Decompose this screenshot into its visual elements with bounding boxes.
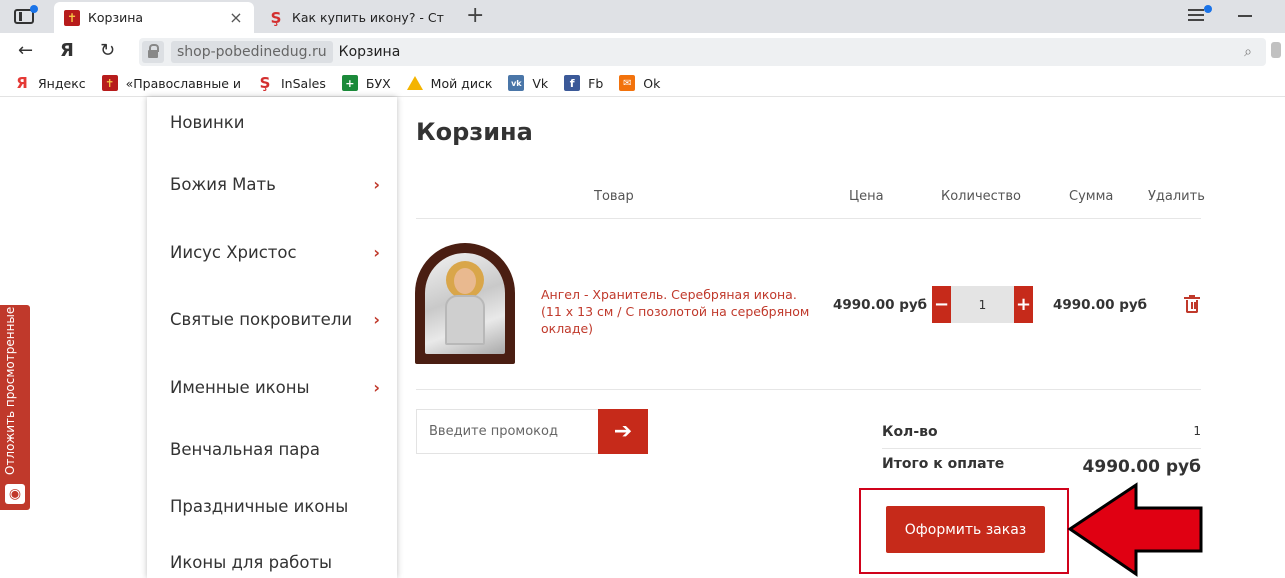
summary-total-value: 4990.00 руб (1082, 457, 1201, 477)
quantity-input[interactable] (951, 286, 1014, 323)
facebook-icon: f (564, 75, 581, 91)
bookmark-fb[interactable]: f Fb (564, 75, 603, 91)
sidebar-item-label: Праздничные иконы (170, 497, 349, 516)
catalog-menu: Новинки Божия Мать › Иисус Христос › Святы… (147, 97, 397, 578)
sidebar-item-label: Венчальная пара (170, 440, 320, 459)
bookmark-label: БУХ (365, 75, 391, 91)
column-header-sum: Сумма (1069, 189, 1114, 204)
yandex-icon: Я (16, 74, 28, 92)
checkout-button[interactable]: Оформить заказ (886, 506, 1045, 553)
recently-viewed-tab[interactable]: Отложить просмотренные ◉ (0, 305, 30, 510)
sidebar-item-label: Именные иконы (170, 378, 310, 397)
chevron-right-icon: › (373, 175, 380, 194)
sidebar-item-imennye[interactable]: Именные иконы › (170, 378, 380, 397)
sidebar-item-label: Божия Мать (170, 175, 276, 194)
trash-icon[interactable] (1184, 295, 1200, 313)
divider (416, 218, 1201, 219)
sidebar-toggle-icon[interactable] (14, 5, 38, 24)
summary-count-label: Кол-во (882, 424, 938, 440)
reload-button[interactable]: ↻ (100, 39, 115, 63)
sidebar-item-dlya-raboty[interactable]: Иконы для работы (170, 553, 380, 572)
insales-icon: Ş (270, 8, 282, 27)
divider (416, 389, 1201, 390)
column-header-price: Цена (849, 189, 884, 204)
url-field[interactable]: shop-pobedinedug.ru Корзина ⌕ (139, 38, 1266, 66)
summary-total-label: Итого к оплате (882, 456, 1005, 472)
sidebar-item-prazdnichnye[interactable]: Праздничные иконы (170, 497, 380, 516)
ok-icon: ✉ (619, 75, 636, 91)
sidebar-item-novinki[interactable]: Новинки (170, 113, 380, 132)
chevron-right-icon: › (373, 310, 380, 329)
back-button[interactable]: ← (18, 39, 33, 63)
orthodox-cross-icon: ✝ (64, 9, 80, 26)
promo-code-input[interactable] (416, 409, 598, 454)
page-title: Корзина (416, 118, 533, 146)
minimize-button[interactable] (1238, 15, 1252, 17)
arrow-right-icon: ➔ (613, 419, 633, 444)
product-sum: 4990.00 руб (1053, 297, 1148, 313)
bookmark-label: Яндекс (38, 75, 86, 91)
chevron-right-icon: › (373, 378, 380, 397)
bookmark-label: InSales (281, 75, 326, 91)
url-page-title: Корзина (338, 44, 401, 60)
buh-icon: + (341, 75, 358, 91)
tab-label: Корзина (88, 10, 144, 25)
bookmark-my-drive[interactable]: Мой диск (406, 75, 493, 91)
bookmark-label: «Православные и (125, 75, 241, 91)
tab-how-to-buy[interactable]: Ş Как купить икону? - Стран (258, 2, 454, 33)
address-bar: ← Я ↻ shop-pobedinedug.ru Корзина ⌕ (0, 33, 1285, 70)
quantity-decrease-button[interactable]: − (932, 286, 951, 323)
quantity-increase-button[interactable]: + (1014, 286, 1033, 323)
column-header-delete: Удалить (1148, 189, 1205, 204)
divider (882, 448, 1201, 449)
url-domain: shop-pobedinedug.ru (171, 41, 333, 63)
browser-tab-bar: ✝ Корзина × Ş Как купить икону? - Стран … (0, 0, 1285, 33)
icon-face (454, 268, 476, 294)
yandex-button[interactable]: Я (60, 39, 74, 63)
lock-icon[interactable] (142, 41, 164, 63)
bookmark-vk[interactable]: vk Vk (508, 75, 548, 91)
bookmark-insales[interactable]: Ş InSales (257, 74, 326, 92)
google-drive-icon (406, 76, 423, 90)
bookmark-yandex[interactable]: Я Яндекс (14, 74, 86, 92)
sidebar-item-label: Иконы для работы (170, 553, 333, 572)
eye-icon: ◉ (5, 484, 25, 504)
column-header-quantity: Количество (941, 189, 1021, 204)
chevron-right-icon: › (373, 243, 380, 262)
tab-label: Как купить икону? - Стран (292, 10, 444, 25)
promo-apply-button[interactable]: ➔ (598, 409, 648, 454)
sidebar-item-svyatye[interactable]: Святые покровители › (170, 310, 380, 329)
summary-count-value: 1 (1193, 424, 1201, 438)
orthodox-cross-icon: ✝ (101, 75, 118, 91)
bookmarks-bar: Я Яндекс ✝ «Православные и Ş InSales + БУХ М… (0, 70, 1285, 97)
sidebar-item-label: Новинки (170, 113, 245, 132)
bookmark-label: Vk (532, 75, 549, 91)
scrollbar-thumb[interactable] (1271, 42, 1281, 58)
sidebar-item-iisus-hristos[interactable]: Иисус Христос › (170, 243, 380, 262)
bookmark-label: Ok (643, 75, 661, 91)
menu-icon[interactable] (1188, 5, 1212, 23)
sidebar-item-label: Святые покровители (170, 310, 353, 329)
icon-robe (445, 295, 485, 345)
product-price: 4990.00 руб (833, 297, 928, 313)
sidebar-item-label: Иисус Христос (170, 243, 297, 262)
bookmark-label: Fb (588, 75, 604, 91)
sidebar-item-bozhiya-mat[interactable]: Божия Мать › (170, 175, 380, 194)
bookmark-label: Мой диск (430, 75, 493, 91)
bookmark-buh[interactable]: + БУХ (341, 75, 391, 91)
tab-cart[interactable]: ✝ Корзина × (54, 2, 254, 33)
product-image[interactable] (415, 243, 515, 364)
insales-icon: Ş (259, 74, 271, 92)
close-icon[interactable]: × (228, 8, 244, 27)
annotation-arrow-icon (1067, 482, 1203, 577)
vk-icon: vk (508, 75, 525, 91)
sidebar-item-venchalnaya[interactable]: Венчальная пара (170, 440, 380, 459)
search-icon[interactable]: ⌕ (1244, 44, 1252, 60)
column-header-product: Товар (594, 189, 634, 204)
bookmark-orthodox[interactable]: ✝ «Православные и (101, 75, 241, 91)
new-tab-button[interactable]: + (466, 5, 484, 27)
product-name-link[interactable]: Ангел - Хранитель. Серебряная икона. (11… (541, 286, 816, 337)
recently-viewed-label: Отложить просмотренные (3, 306, 17, 475)
bookmark-ok[interactable]: ✉ Ok (619, 75, 660, 91)
